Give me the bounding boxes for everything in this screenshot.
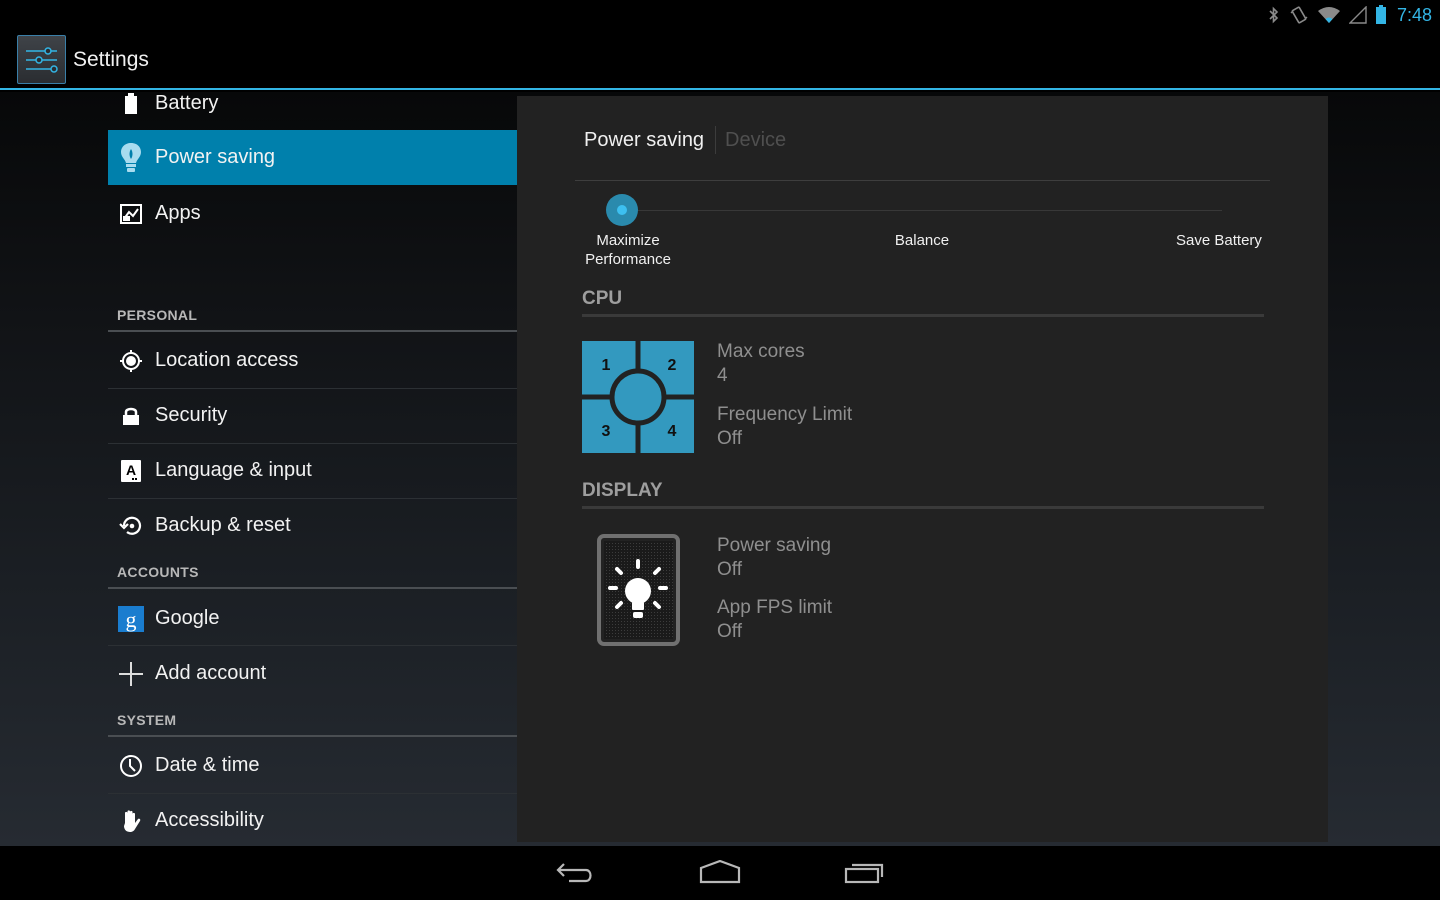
display-brightness-icon	[597, 534, 680, 646]
location-icon	[108, 349, 154, 373]
section-divider	[108, 587, 517, 589]
section-header-system: SYSTEM	[108, 701, 517, 737]
core-label: 3	[602, 423, 611, 440]
detail-pane: Power saving Device Maximize Performance …	[517, 96, 1328, 842]
sidebar-item-label: Google	[155, 607, 220, 629]
core-label: 1	[602, 357, 611, 374]
sidebar-item-label: Date & time	[155, 754, 260, 776]
hand-icon	[108, 809, 154, 833]
backup-icon	[108, 515, 154, 537]
sidebar-item-google[interactable]: g Google	[108, 591, 517, 646]
sidebar-item-accessibility[interactable]: Accessibility	[108, 793, 517, 846]
sidebar-item-apps[interactable]: Apps	[108, 186, 517, 241]
max-cores-label: Max cores	[717, 341, 805, 362]
section-divider	[108, 735, 517, 737]
frequency-limit-label: Frequency Limit	[717, 404, 853, 425]
navigation-bar	[0, 846, 1440, 900]
plus-icon	[108, 661, 154, 687]
sidebar-item-add-account[interactable]: Add account	[108, 646, 517, 701]
sidebar-item-label: Language & input	[155, 459, 312, 481]
section-divider	[108, 330, 517, 332]
settings-list[interactable]: Battery Power saving Apps PERSONAL Locat…	[108, 92, 517, 846]
max-cores-value: 4	[717, 365, 728, 386]
battery-icon	[1375, 5, 1387, 25]
lock-icon	[108, 406, 154, 426]
app-title: Settings	[73, 48, 149, 71]
section-title: PERSONAL	[117, 307, 198, 323]
sidebar-item-battery[interactable]: Battery	[108, 92, 517, 131]
section-header-personal: PERSONAL	[108, 296, 517, 332]
sidebar-item-label: Accessibility	[155, 809, 264, 831]
back-button[interactable]	[546, 858, 606, 890]
sidebar-item-backup-reset[interactable]: Backup & reset	[108, 498, 517, 553]
breadcrumb-power-saving[interactable]: Power saving	[584, 129, 704, 152]
breadcrumb-device[interactable]: Device	[725, 129, 786, 152]
apps-icon	[108, 203, 154, 224]
svg-text:A: A	[126, 462, 136, 478]
core-label: 2	[668, 357, 677, 374]
sidebar-item-label: Add account	[155, 662, 267, 684]
sidebar-item-language-input[interactable]: A Language & input	[108, 443, 517, 498]
display-section-divider	[582, 506, 1264, 509]
fps-limit-label: App FPS limit	[717, 597, 833, 618]
display-section-title: DISPLAY	[582, 480, 663, 501]
battery-icon	[108, 92, 154, 115]
sidebar-item-power-saving[interactable]: Power saving	[108, 130, 517, 185]
sidebar-item-label: Apps	[155, 202, 201, 224]
sidebar-item-label: Location access	[155, 349, 299, 371]
sidebar-item-label: Power saving	[155, 146, 276, 168]
content-area: Battery Power saving Apps PERSONAL Locat…	[0, 92, 1440, 846]
header-divider	[575, 180, 1270, 181]
action-bar: Settings	[0, 30, 1440, 90]
cpu-cores-icon: 1 2 3 4	[582, 341, 694, 453]
cpu-section-title: CPU	[582, 288, 623, 309]
cell-signal-icon	[1348, 6, 1367, 24]
status-bar: 7:48	[0, 0, 1440, 30]
sidebar-item-date-time[interactable]: Date & time	[108, 738, 517, 793]
vibrate-icon	[1289, 5, 1309, 25]
lightbulb-icon	[108, 142, 154, 174]
sidebar-item-label: Battery	[155, 92, 219, 114]
section-header-accounts: ACCOUNTS	[108, 553, 517, 589]
sidebar-item-label: Backup & reset	[155, 514, 291, 536]
slider-option-save-battery[interactable]: Save Battery	[1167, 231, 1271, 250]
svg-text:g: g	[126, 607, 137, 632]
fps-limit-value: Off	[717, 621, 742, 642]
home-icon	[699, 859, 741, 889]
clock-icon	[108, 754, 154, 778]
language-icon: A	[108, 459, 154, 482]
display-power-saving-value: Off	[717, 559, 742, 580]
breadcrumb-separator	[715, 126, 716, 154]
home-button[interactable]	[690, 858, 750, 890]
sidebar-item-label: Security	[155, 404, 228, 426]
frequency-limit-value: Off	[717, 428, 742, 449]
wifi-icon	[1317, 6, 1341, 24]
slider-track[interactable]	[622, 210, 1222, 211]
settings-sliders-icon[interactable]	[17, 35, 66, 84]
recent-apps-icon	[844, 860, 886, 889]
sidebar-item-security[interactable]: Security	[108, 388, 517, 443]
slider-thumb[interactable]	[606, 194, 638, 226]
slider-option-maximize-performance[interactable]: Maximize Performance	[575, 231, 681, 269]
clock: 7:48	[1396, 4, 1432, 25]
recent-apps-button[interactable]	[835, 858, 895, 890]
section-title: ACCOUNTS	[117, 564, 199, 580]
core-label: 4	[668, 423, 677, 440]
display-power-saving-label: Power saving	[717, 535, 832, 556]
back-icon	[556, 860, 596, 889]
bluetooth-icon	[1267, 6, 1281, 24]
cpu-section-divider	[582, 314, 1264, 317]
sidebar-item-location-access[interactable]: Location access	[108, 333, 517, 388]
google-icon: g	[108, 605, 154, 632]
section-title: SYSTEM	[117, 712, 177, 728]
slider-option-balance[interactable]: Balance	[872, 231, 972, 250]
